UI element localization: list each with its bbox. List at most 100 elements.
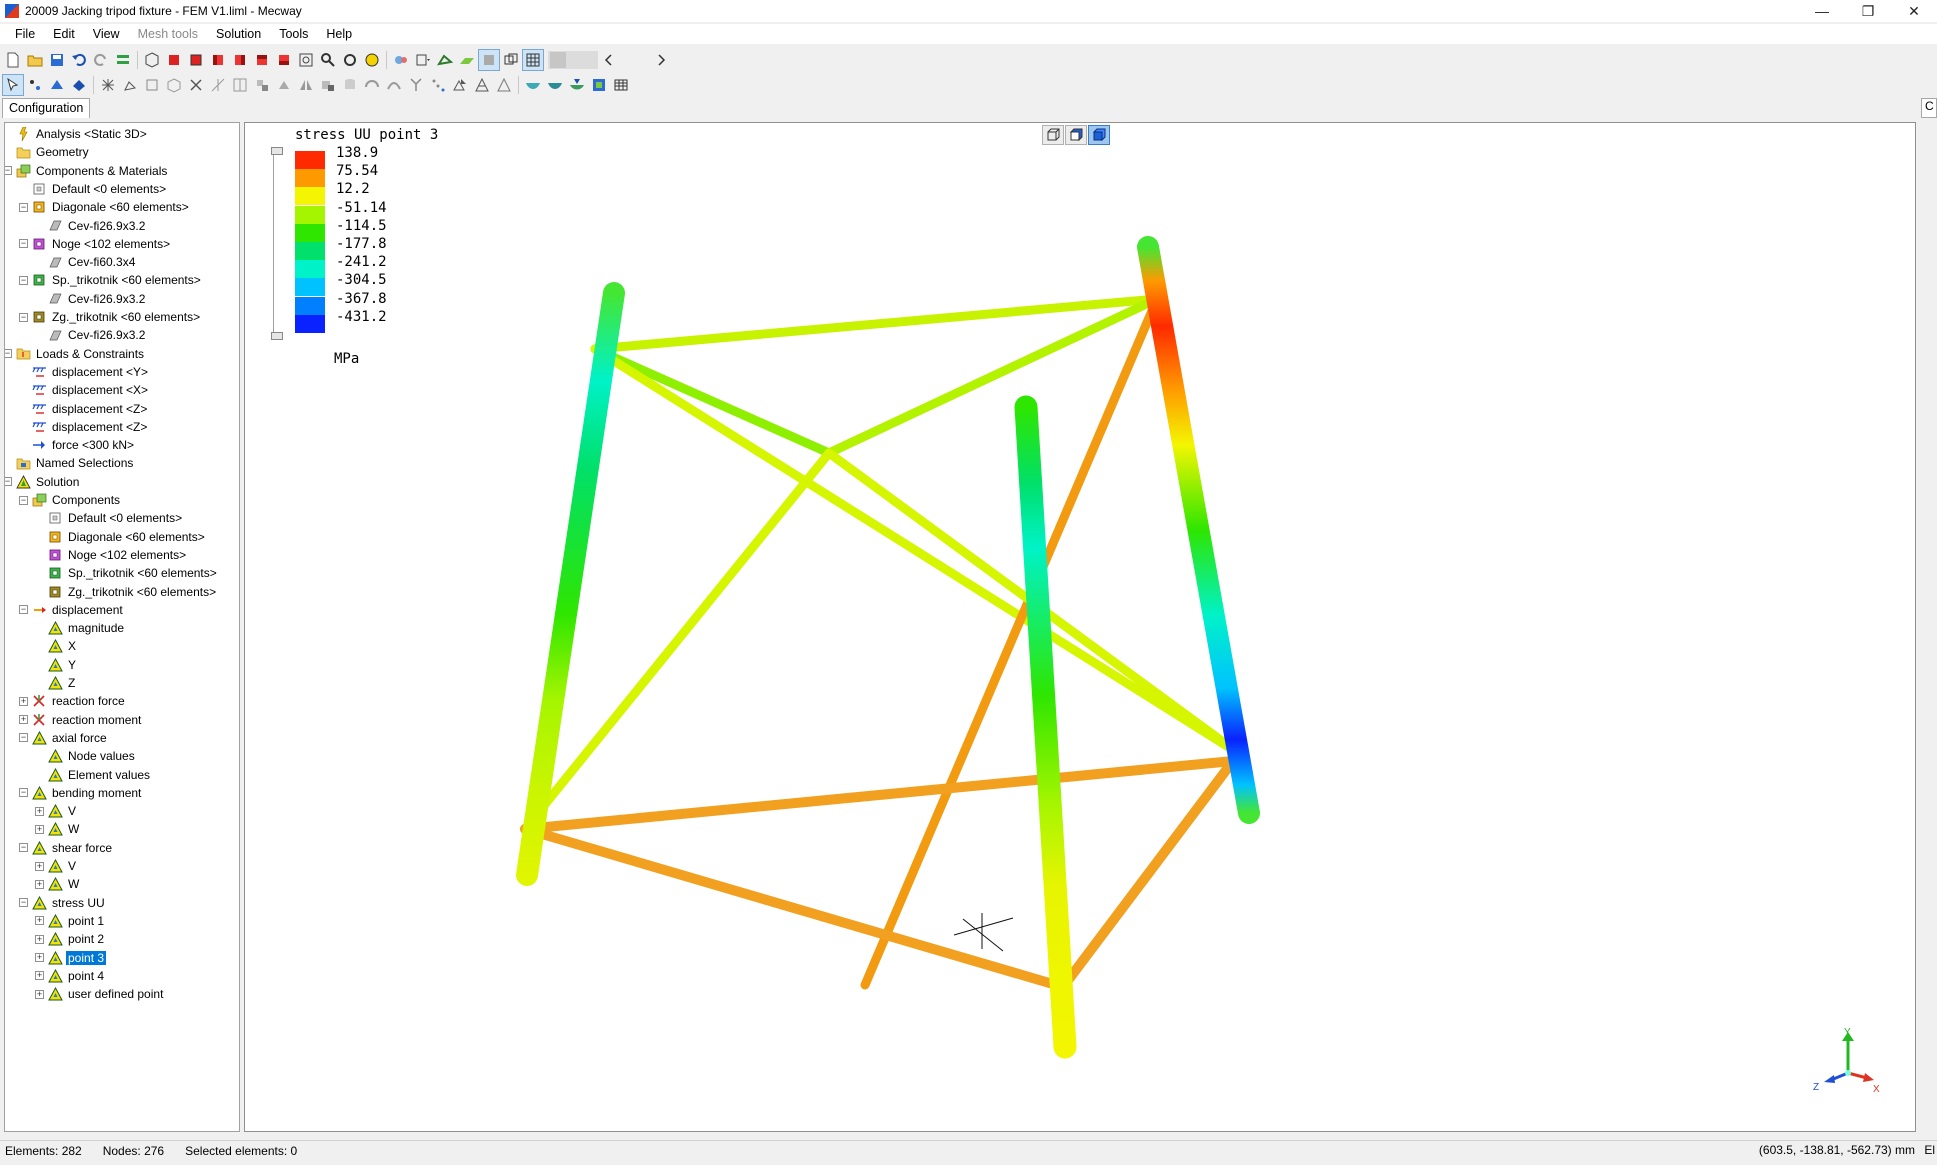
tree-item[interactable]: Zg._trikotnik <60 elements> [35, 583, 218, 601]
collapse-icon[interactable]: − [19, 898, 28, 908]
tree-item[interactable]: − displacement [19, 601, 125, 619]
slider-thumb[interactable] [550, 52, 566, 68]
rotate-mesh-button[interactable] [273, 74, 295, 96]
collapse-icon[interactable]: − [19, 733, 28, 743]
tree-item[interactable]: Cev-fi60.3x4 [35, 253, 137, 271]
tree-item[interactable]: − bending moment [19, 784, 143, 802]
convert-button[interactable] [449, 74, 471, 96]
rotate-button[interactable] [339, 49, 361, 71]
collapse-icon[interactable]: − [19, 843, 28, 853]
tree-item[interactable]: − Noge <102 elements> [19, 235, 172, 253]
tree-item[interactable]: − stress UU [19, 894, 107, 912]
collapse-icon[interactable]: − [5, 166, 12, 176]
model-viewport[interactable]: stress UU point 3 138.9 75.54 12.2 -51.14 -1… [244, 122, 1916, 1132]
tree-item[interactable]: − axial force [19, 729, 109, 747]
zoom-fit-button[interactable] [295, 49, 317, 71]
scatter-nodes-button[interactable] [427, 74, 449, 96]
expand-icon[interactable]: + [35, 934, 44, 944]
restore-button[interactable]: ❐ [1845, 0, 1891, 22]
collapse-icon[interactable]: − [5, 349, 12, 359]
menu-file[interactable]: File [6, 24, 44, 44]
zoom-button[interactable] [317, 49, 339, 71]
delete-button[interactable] [185, 74, 207, 96]
collapse-icon[interactable]: − [19, 495, 28, 505]
tree-item[interactable]: − Components [19, 491, 122, 509]
expand-icon[interactable]: + [35, 971, 44, 981]
tree-item[interactable]: force <300 kN> [19, 436, 136, 454]
undo-button[interactable] [68, 49, 90, 71]
expand-icon[interactable]: + [35, 989, 44, 999]
tree-item[interactable]: Cev-fi26.9x3.2 [35, 290, 147, 308]
render-options-button[interactable] [390, 49, 412, 71]
next-step-button[interactable] [650, 49, 672, 71]
tree-item[interactable]: Sp._trikotnik <60 elements> [35, 564, 219, 582]
tree-item[interactable]: Named Selections [5, 454, 135, 472]
extrude-button[interactable] [339, 74, 361, 96]
collapse-icon[interactable]: − [5, 477, 12, 487]
create-solid-button[interactable] [163, 74, 185, 96]
collapse-icon[interactable]: − [19, 605, 28, 615]
sweep-button[interactable] [383, 74, 405, 96]
pan-button[interactable] [361, 49, 383, 71]
view-top-button[interactable] [251, 49, 273, 71]
new-file-button[interactable] [2, 49, 24, 71]
collapse-icon[interactable]: − [19, 239, 28, 249]
mirror-button[interactable] [295, 74, 317, 96]
menu-help[interactable]: Help [317, 24, 361, 44]
tree-item[interactable]: + point 4 [35, 967, 106, 985]
tree-item[interactable]: + V [35, 857, 78, 875]
solve-button[interactable] [112, 49, 134, 71]
tree-item[interactable]: Default <0 elements> [35, 509, 184, 527]
view-right-button[interactable] [229, 49, 251, 71]
collapse-icon[interactable]: − [19, 275, 28, 285]
tab-configuration[interactable]: Configuration [2, 98, 91, 118]
shell-surface-button[interactable] [522, 74, 544, 96]
menu-mesh-tools[interactable]: Mesh tools [129, 24, 207, 44]
view-dropdown-button[interactable] [412, 49, 434, 71]
expand-icon[interactable]: + [19, 715, 28, 725]
tree-item[interactable]: Cev-fi26.9x3.2 [35, 217, 147, 235]
tree-item[interactable]: − shear force [19, 839, 114, 857]
select-tool-button[interactable] [2, 74, 24, 96]
tree-item[interactable]: Noge <102 elements> [35, 546, 188, 564]
add-element-button[interactable] [119, 74, 141, 96]
surface-select-button[interactable] [566, 74, 588, 96]
select-faces-button[interactable] [68, 74, 90, 96]
view-iso-button[interactable] [141, 49, 163, 71]
redo-button[interactable] [90, 49, 112, 71]
split-button[interactable] [207, 74, 229, 96]
view-bottom-button[interactable] [273, 49, 295, 71]
film-view-button[interactable] [588, 74, 610, 96]
tree-item[interactable]: + point 1 [35, 912, 106, 930]
tree-item[interactable]: X [35, 637, 78, 655]
tree-item[interactable]: magnitude [35, 619, 126, 637]
minimize-button[interactable]: — [1799, 0, 1845, 22]
table-view-button[interactable] [610, 74, 632, 96]
contour-button[interactable] [456, 49, 478, 71]
expand-icon[interactable]: + [19, 696, 28, 706]
tree-item[interactable]: Y [35, 656, 78, 674]
tree-item[interactable]: Node values [35, 747, 137, 765]
add-node-button[interactable] [97, 74, 119, 96]
close-button[interactable]: ✕ [1891, 0, 1937, 22]
tree-item[interactable]: + W [35, 820, 81, 838]
expand-icon[interactable]: + [35, 806, 44, 816]
view-left-button[interactable] [207, 49, 229, 71]
outline-triangle-button[interactable] [493, 74, 515, 96]
triangle-mesh-button[interactable] [471, 74, 493, 96]
tree-item[interactable]: − Components & Materials [5, 162, 169, 180]
tree-item[interactable]: − Zg._trikotnik <60 elements> [19, 308, 202, 326]
menu-edit[interactable]: Edit [44, 24, 84, 44]
surface-mode-button[interactable] [478, 49, 500, 71]
revolve-button[interactable] [361, 74, 383, 96]
view-back-button[interactable] [185, 49, 207, 71]
menu-solution[interactable]: Solution [207, 24, 270, 44]
tree-item[interactable]: + reaction moment [19, 711, 143, 729]
wireframe-mode-button[interactable] [500, 49, 522, 71]
tree-item[interactable]: displacement <Z> [19, 418, 149, 436]
tree-item[interactable]: − Loads & Constraints [5, 345, 146, 363]
expand-icon[interactable]: + [35, 879, 44, 889]
tripod-fem-model[interactable] [245, 123, 1915, 1131]
tree-item[interactable]: + V [35, 802, 78, 820]
menu-view[interactable]: View [84, 24, 129, 44]
